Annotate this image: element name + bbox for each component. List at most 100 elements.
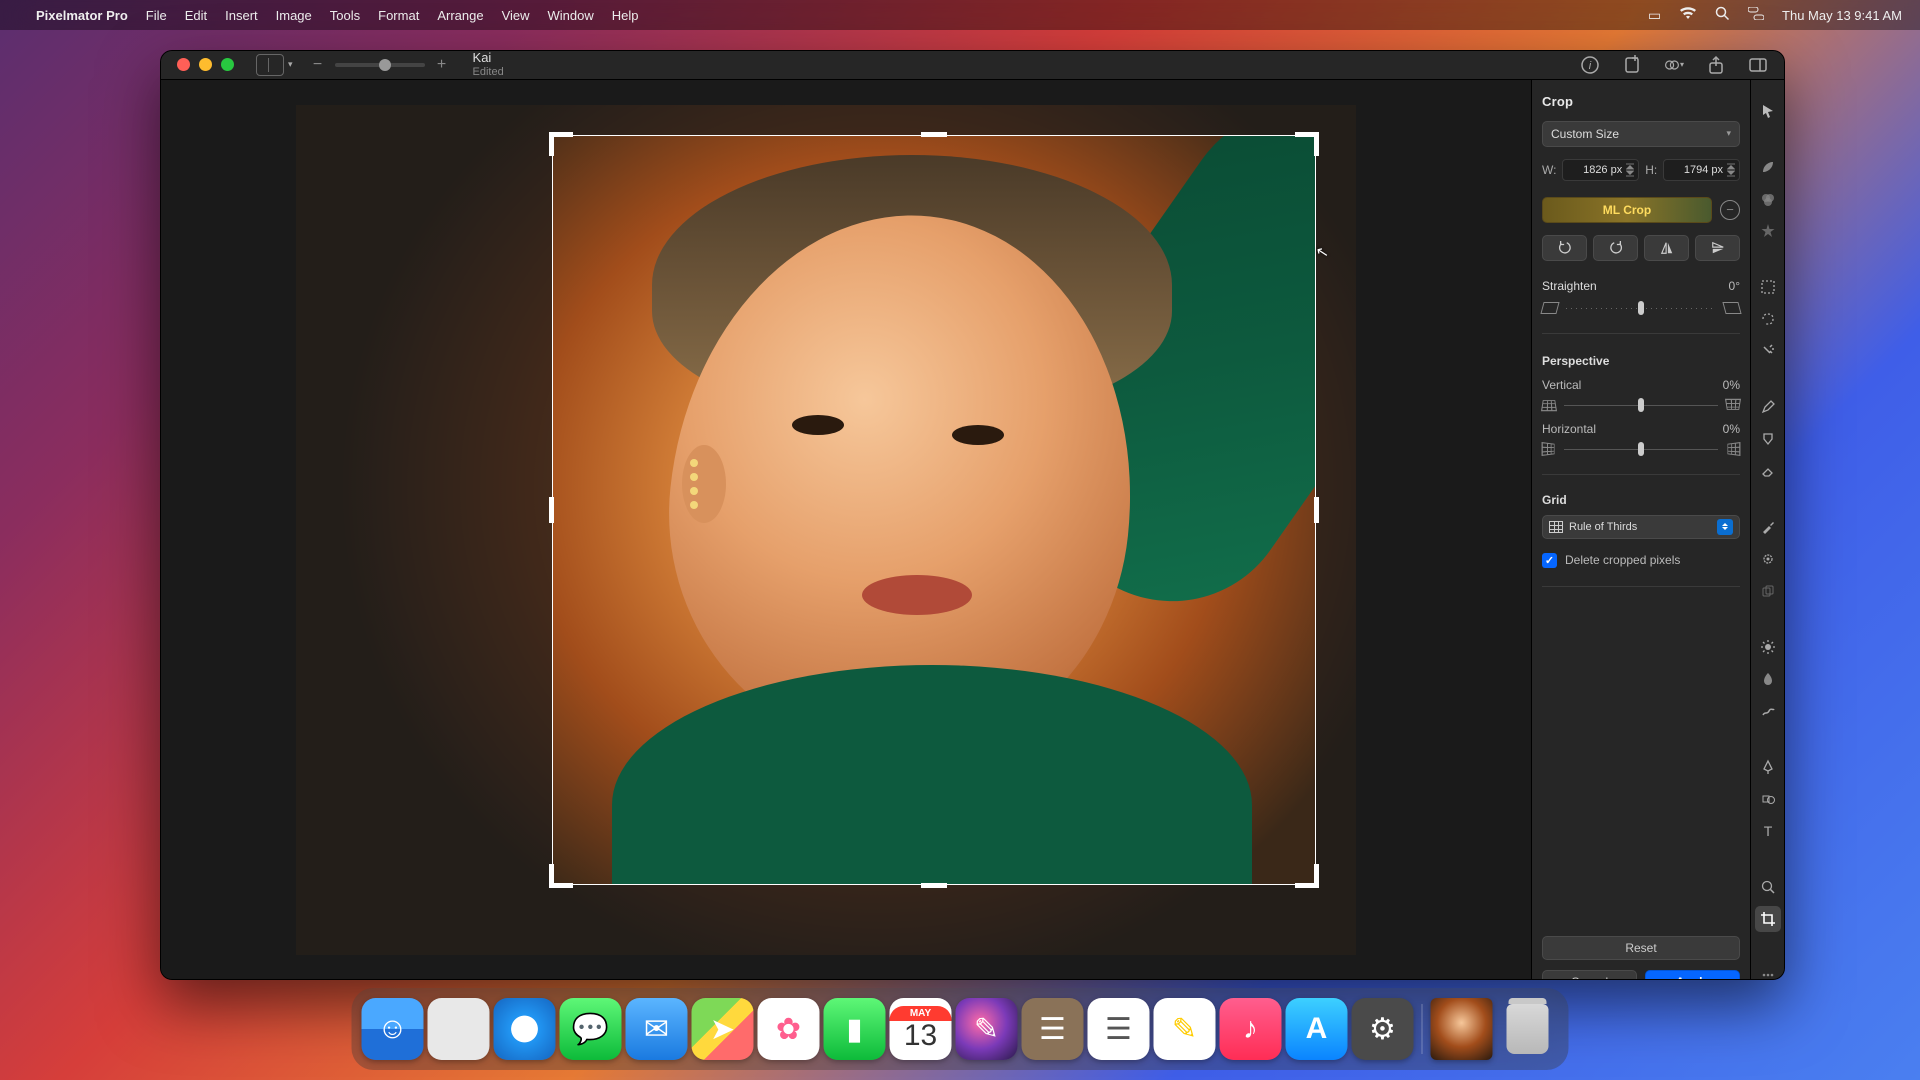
grid-overlay-value: Rule of Thirds — [1569, 521, 1637, 533]
menu-insert[interactable]: Insert — [225, 8, 258, 23]
style-tool[interactable] — [1755, 154, 1781, 180]
dock-safari[interactable]: ✦ — [494, 998, 556, 1060]
rotate-left-button[interactable] — [1542, 235, 1587, 261]
crop-preset-select[interactable]: Custom Size ▾ — [1542, 121, 1740, 147]
menubar-clock[interactable]: Thu May 13 9:41 AM — [1782, 8, 1902, 23]
control-center-icon[interactable] — [1748, 7, 1764, 23]
free-selection-tool[interactable] — [1755, 306, 1781, 332]
dock-launchpad[interactable] — [428, 998, 490, 1060]
flip-vertical-button[interactable] — [1695, 235, 1740, 261]
menu-file[interactable]: File — [146, 8, 167, 23]
pen-tool[interactable] — [1755, 754, 1781, 780]
zoom-controls: − + — [311, 56, 449, 74]
app-name[interactable]: Pixelmator Pro — [36, 8, 128, 23]
menu-window[interactable]: Window — [548, 8, 594, 23]
dock-recent-document[interactable] — [1431, 998, 1493, 1060]
apply-button[interactable]: Apply — [1645, 970, 1740, 980]
color-picker-tool[interactable] — [1755, 514, 1781, 540]
dock-trash[interactable] — [1497, 998, 1559, 1060]
dock-contacts[interactable]: ☰ — [1022, 998, 1084, 1060]
fullscreen-window-button[interactable] — [221, 58, 234, 71]
menu-help[interactable]: Help — [612, 8, 639, 23]
zoom-slider[interactable] — [335, 63, 425, 67]
flip-horizontal-button[interactable] — [1644, 235, 1689, 261]
menu-arrange[interactable]: Arrange — [437, 8, 483, 23]
sidebar-toggle-button[interactable] — [256, 54, 284, 76]
horizontal-value: 0% — [1723, 422, 1740, 436]
battery-icon[interactable]: ▭ — [1648, 7, 1661, 24]
height-input[interactable]: 1794 px — [1663, 159, 1740, 181]
menu-image[interactable]: Image — [276, 8, 312, 23]
straighten-slider[interactable] — [1566, 301, 1716, 315]
cancel-label: Cancel — [1571, 975, 1608, 980]
reset-button[interactable]: Reset — [1542, 936, 1740, 960]
menu-view[interactable]: View — [502, 8, 530, 23]
new-document-icon[interactable] — [1622, 55, 1642, 75]
warp-tool[interactable] — [1755, 698, 1781, 724]
dock-finder[interactable]: ☺ — [362, 998, 424, 1060]
lighten-tool[interactable] — [1755, 634, 1781, 660]
repair-tool[interactable] — [1755, 546, 1781, 572]
macos-menubar: Pixelmator Pro File Edit Insert Image To… — [0, 0, 1920, 30]
dock-notes[interactable]: ✎ — [1154, 998, 1216, 1060]
menu-tools[interactable]: Tools — [330, 8, 360, 23]
dock-pixelmator[interactable]: ✎ — [956, 998, 1018, 1060]
smudge-tool[interactable] — [1755, 666, 1781, 692]
dock-calendar[interactable]: MAY13 — [890, 998, 952, 1060]
dock-photos[interactable]: ✿ — [758, 998, 820, 1060]
spotlight-icon[interactable] — [1715, 6, 1730, 24]
delete-cropped-pixels-label: Delete cropped pixels — [1565, 553, 1680, 567]
vertical-perspective-slider[interactable] — [1564, 398, 1718, 412]
effects-icon[interactable]: ▾ — [1664, 55, 1684, 75]
delete-cropped-pixels-checkbox[interactable]: ✓ — [1542, 553, 1557, 568]
rotate-right-button[interactable] — [1593, 235, 1638, 261]
type-tool[interactable]: T — [1755, 818, 1781, 844]
shape-tool[interactable] — [1755, 786, 1781, 812]
crop-tool[interactable] — [1755, 906, 1781, 932]
dock-music[interactable]: ♪ — [1220, 998, 1282, 1060]
reset-label: Reset — [1625, 941, 1656, 955]
menu-format[interactable]: Format — [378, 8, 419, 23]
rotate-cw-icon — [1722, 302, 1741, 314]
effects-tool[interactable] — [1755, 218, 1781, 244]
clone-tool[interactable] — [1755, 578, 1781, 604]
zoom-tool[interactable] — [1755, 874, 1781, 900]
dock-mail[interactable]: ✉ — [626, 998, 688, 1060]
dock-messages[interactable]: 💬 — [560, 998, 622, 1060]
sidebar-toggle-chevron-icon[interactable]: ▾ — [288, 59, 293, 70]
wifi-icon[interactable] — [1679, 7, 1697, 23]
width-input[interactable]: 1826 px — [1562, 159, 1639, 181]
window-traffic-lights — [177, 58, 234, 71]
cancel-button[interactable]: Cancel — [1542, 970, 1637, 980]
dock-maps[interactable]: ➤ — [692, 998, 754, 1060]
quick-selection-tool[interactable] — [1755, 338, 1781, 364]
height-stepper[interactable] — [1727, 165, 1737, 175]
fill-tool[interactable] — [1755, 426, 1781, 452]
canvas[interactable] — [161, 80, 1531, 980]
width-stepper[interactable] — [1626, 165, 1636, 175]
more-tools-icon[interactable] — [1755, 962, 1781, 980]
erase-tool[interactable] — [1755, 458, 1781, 484]
close-window-button[interactable] — [177, 58, 190, 71]
dock-facetime[interactable]: ▮ — [824, 998, 886, 1060]
minimize-window-button[interactable] — [199, 58, 212, 71]
grid-overlay-select[interactable]: Rule of Thirds — [1542, 515, 1740, 539]
menu-edit[interactable]: Edit — [185, 8, 207, 23]
horizontal-perspective-slider[interactable] — [1564, 442, 1718, 456]
dock-reminders[interactable]: ☰ — [1088, 998, 1150, 1060]
ml-crop-button[interactable]: ML Crop — [1542, 197, 1712, 223]
zoom-out-button[interactable]: − — [311, 56, 325, 74]
perspective-vertical-down-icon — [1725, 398, 1741, 409]
inspector-toggle-icon[interactable] — [1748, 55, 1768, 75]
color-adjustments-tool[interactable] — [1755, 186, 1781, 212]
image-preview — [296, 105, 1356, 955]
dock-appstore[interactable]: A — [1286, 998, 1348, 1060]
zoom-in-button[interactable]: + — [435, 56, 449, 74]
info-icon[interactable]: i — [1580, 55, 1600, 75]
dock-settings[interactable]: ⚙ — [1352, 998, 1414, 1060]
share-icon[interactable] — [1706, 55, 1726, 75]
marquee-selection-tool[interactable] — [1755, 274, 1781, 300]
arrange-tool[interactable] — [1755, 98, 1781, 124]
ml-crop-remove-button[interactable]: − — [1720, 200, 1740, 220]
paint-tool[interactable] — [1755, 394, 1781, 420]
